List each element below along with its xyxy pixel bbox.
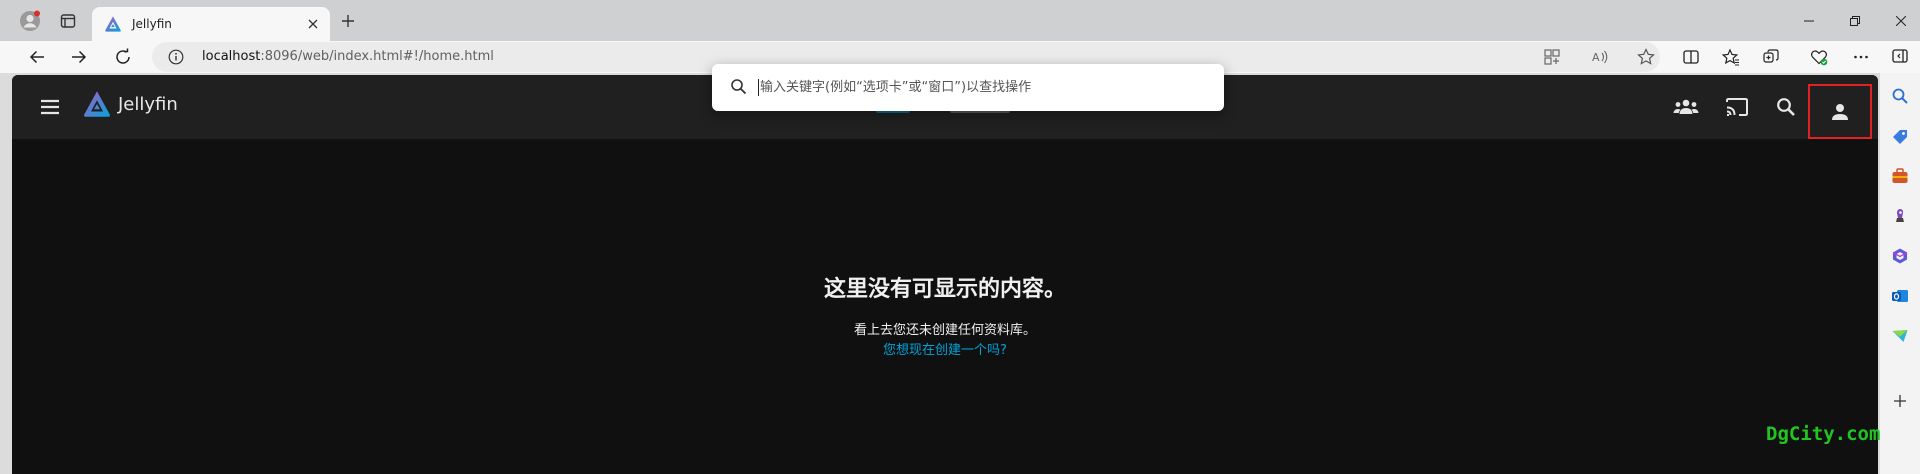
users-icon bbox=[1673, 99, 1699, 114]
tools-icon bbox=[1892, 168, 1908, 183]
sidebar-toggle-icon bbox=[1892, 49, 1908, 63]
close-icon bbox=[1896, 15, 1906, 26]
tab-actions-icon bbox=[60, 14, 76, 28]
games-icon bbox=[1896, 209, 1904, 222]
forward-button[interactable] bbox=[64, 42, 94, 72]
refresh-button[interactable] bbox=[108, 42, 138, 72]
new-tab-button[interactable] bbox=[332, 5, 364, 37]
menu-icon bbox=[41, 99, 59, 115]
collections-button[interactable] bbox=[1756, 42, 1786, 72]
settings-more-button[interactable] bbox=[1846, 42, 1876, 72]
browser-essentials-button[interactable] bbox=[1804, 42, 1834, 72]
browser-essentials-icon bbox=[1810, 50, 1828, 66]
search-icon bbox=[1892, 88, 1908, 104]
browser-title-bar: Jellyfin bbox=[0, 0, 1920, 41]
jellyfin-logo-icon bbox=[105, 16, 121, 32]
collections-icon bbox=[1763, 49, 1779, 63]
more-icon bbox=[1854, 55, 1868, 59]
watermark: DgCity.com bbox=[1766, 423, 1881, 445]
sync-play-button[interactable] bbox=[1672, 93, 1700, 121]
refresh-icon bbox=[116, 48, 130, 64]
jellyfin-viewport: Jellyfin 这里没有可显示的内容。 看上去您还未创建任何资料库。 您想现在… bbox=[12, 75, 1878, 474]
sidebar-tools-button[interactable] bbox=[1889, 165, 1911, 187]
favorites-icon bbox=[1722, 48, 1739, 66]
split-screen-button[interactable] bbox=[1676, 42, 1706, 72]
empty-state-title: 这里没有可显示的内容。 bbox=[823, 277, 1066, 302]
create-library-link[interactable]: 您想现在创建一个吗? bbox=[12, 339, 1878, 358]
favorites-button[interactable] bbox=[1716, 42, 1746, 72]
jellyfin-logo[interactable]: Jellyfin bbox=[82, 89, 178, 119]
window-minimize-button[interactable] bbox=[1786, 0, 1832, 41]
window-restore-button[interactable] bbox=[1832, 0, 1878, 41]
favorite-star-icon[interactable] bbox=[1636, 47, 1656, 67]
user-menu-button[interactable] bbox=[1808, 84, 1872, 139]
arrow-right-icon bbox=[72, 50, 87, 64]
cast-icon bbox=[1726, 98, 1748, 116]
profile-avatar-button[interactable] bbox=[14, 5, 46, 37]
tab-close-button[interactable] bbox=[304, 15, 322, 33]
edge-sidebar bbox=[1880, 49, 1920, 474]
sidebar-drop-button[interactable] bbox=[1889, 325, 1911, 347]
sidebar-shopping-button[interactable] bbox=[1889, 126, 1911, 148]
command-search-input[interactable] bbox=[760, 74, 1210, 100]
sidebar-microsoft365-button[interactable] bbox=[1889, 245, 1911, 267]
info-icon[interactable] bbox=[168, 49, 184, 65]
text-caret bbox=[758, 79, 759, 96]
command-palette bbox=[712, 64, 1224, 111]
read-aloud-icon[interactable]: A bbox=[1590, 47, 1610, 67]
back-button[interactable] bbox=[22, 42, 52, 72]
header-search-button[interactable] bbox=[1772, 93, 1800, 121]
split-screen-icon bbox=[1683, 50, 1699, 64]
profile-avatar-icon bbox=[20, 10, 40, 31]
user-icon bbox=[1832, 103, 1848, 120]
tab-actions-button[interactable] bbox=[52, 5, 84, 37]
sidebar-search-button[interactable] bbox=[1889, 85, 1911, 107]
brand-name: Jellyfin bbox=[118, 93, 178, 115]
search-icon bbox=[731, 79, 747, 95]
shopping-tag-icon bbox=[1893, 130, 1907, 144]
url-text[interactable]: localhost:8096/web/index.html#!/home.htm… bbox=[202, 49, 494, 64]
tab-title: Jellyfin bbox=[132, 17, 172, 31]
url-path: :8096/web/index.html#!/home.html bbox=[260, 49, 494, 64]
main-menu-button[interactable] bbox=[36, 93, 64, 121]
drop-icon bbox=[1892, 330, 1908, 342]
sidebar-outlook-button[interactable] bbox=[1889, 285, 1911, 307]
window-close-button[interactable] bbox=[1878, 0, 1920, 41]
outlook-icon bbox=[1892, 290, 1908, 302]
minimize-icon bbox=[1804, 20, 1814, 21]
jellyfin-logo-icon bbox=[84, 91, 110, 117]
close-icon bbox=[308, 19, 318, 29]
sidebar-add-button[interactable] bbox=[1889, 390, 1911, 412]
search-icon bbox=[1777, 98, 1795, 116]
plus-icon bbox=[342, 15, 354, 27]
browser-tab-jellyfin[interactable]: Jellyfin bbox=[92, 7, 330, 41]
arrow-left-icon bbox=[29, 50, 44, 64]
svg-text:A: A bbox=[1592, 51, 1600, 64]
empty-state-description: 看上去您还未创建任何资料库。 bbox=[853, 323, 1036, 338]
sidebar-toggle-button[interactable] bbox=[1889, 45, 1911, 67]
cast-button[interactable] bbox=[1723, 93, 1751, 121]
add-icon bbox=[1894, 395, 1906, 407]
sidebar-games-button[interactable] bbox=[1889, 204, 1911, 226]
app-available-icon[interactable] bbox=[1542, 47, 1562, 67]
microsoft365-icon bbox=[1892, 248, 1908, 264]
url-host: localhost bbox=[202, 49, 261, 64]
restore-icon bbox=[1850, 15, 1860, 26]
